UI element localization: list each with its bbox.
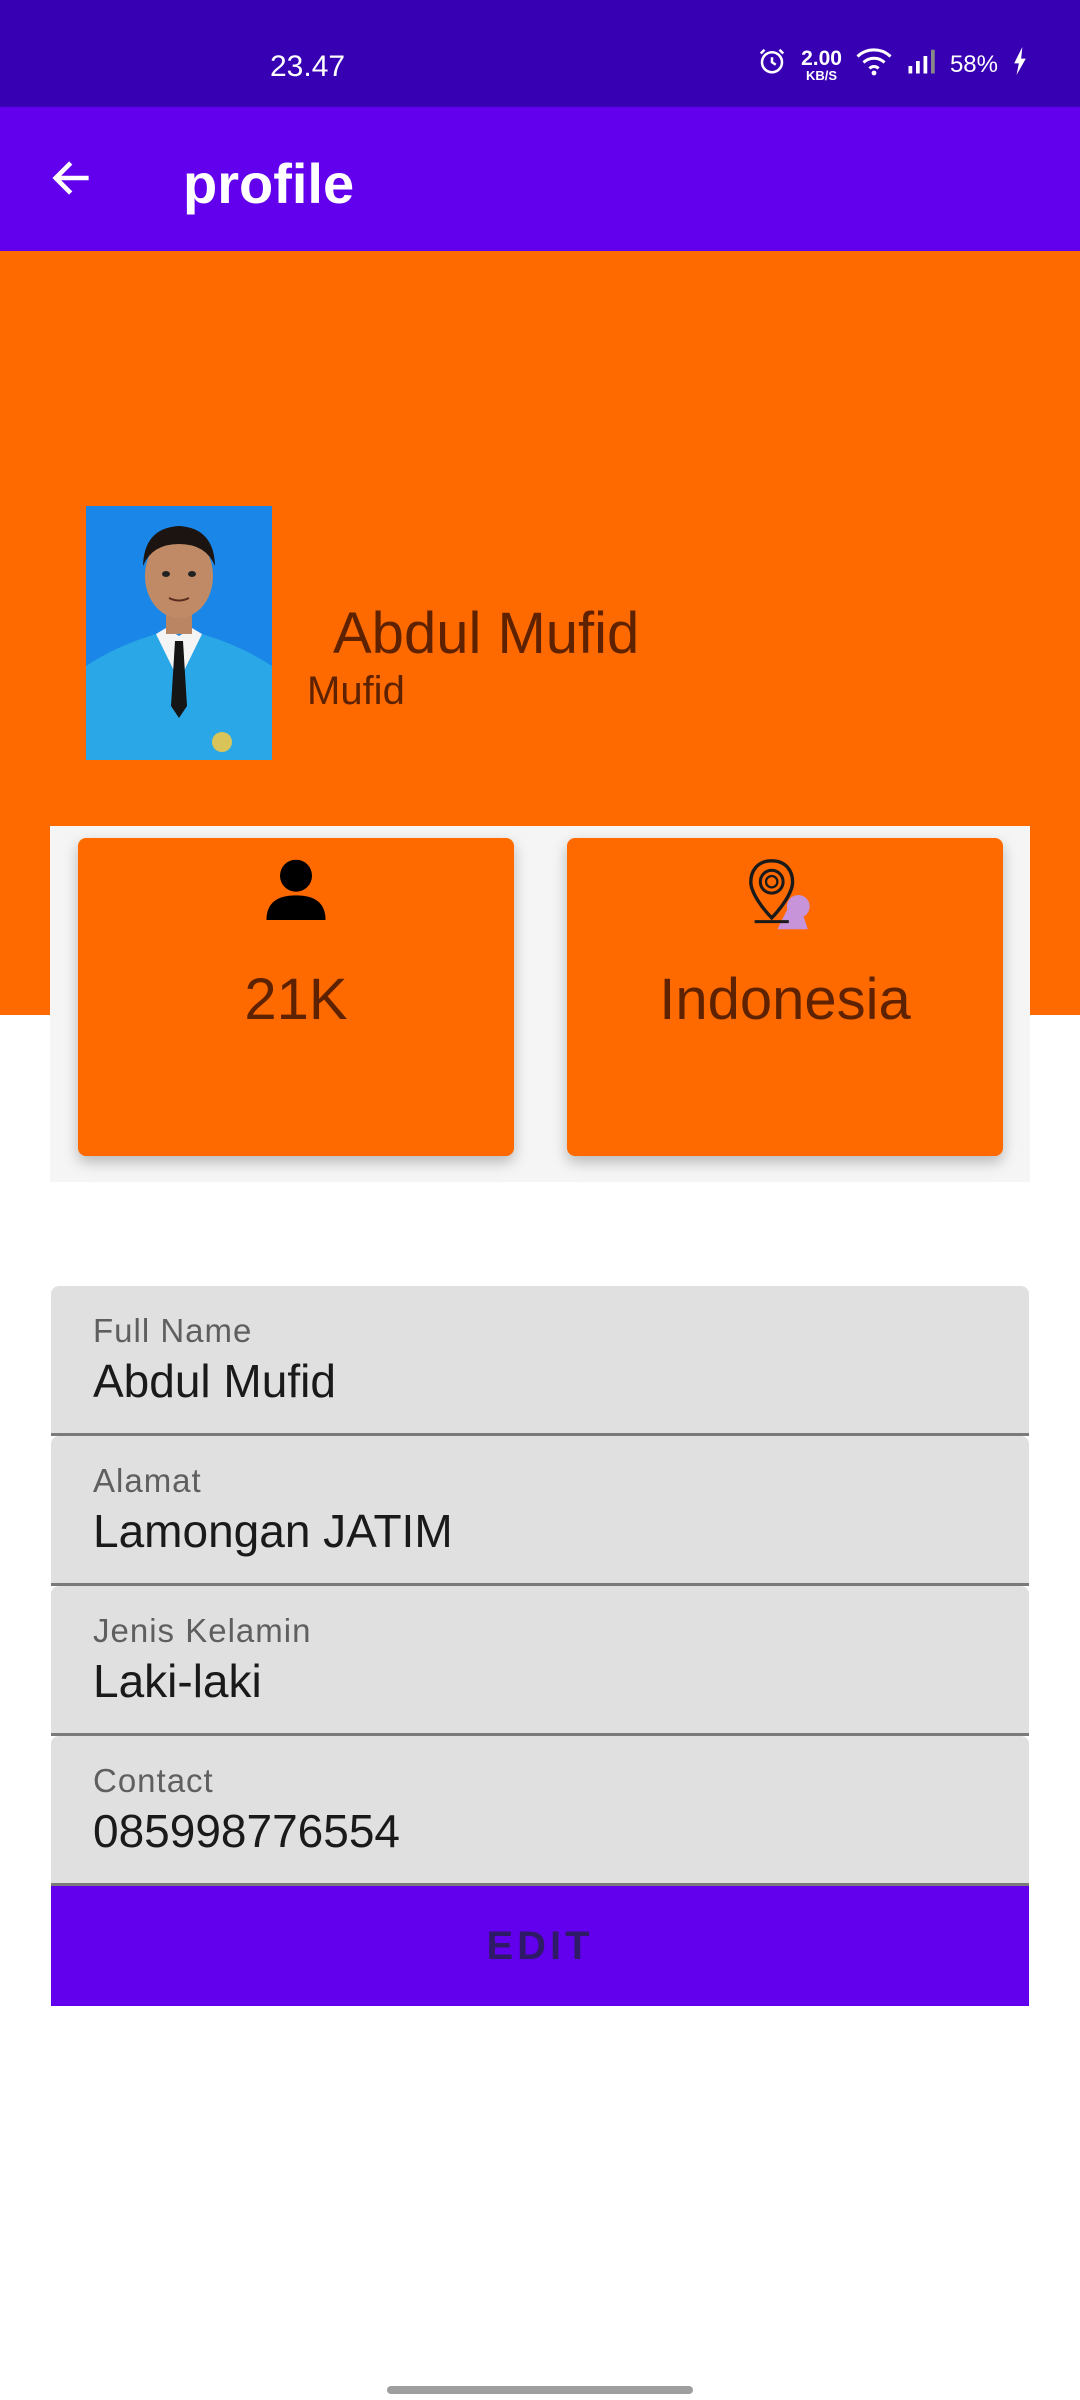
arrow-left-icon <box>48 155 94 206</box>
field-value: Abdul Mufid <box>93 1355 336 1407</box>
home-indicator[interactable] <box>387 2386 693 2394</box>
edit-button[interactable]: EDIT <box>51 1886 1029 2006</box>
followers-count: 21K <box>244 967 348 1032</box>
field-value: Laki-laki <box>93 1655 262 1707</box>
field-value: 085998776554 <box>93 1805 400 1857</box>
profile-name: Abdul Mufid <box>333 601 640 666</box>
alarm-icon <box>757 46 787 83</box>
map-pin-icon <box>747 856 823 939</box>
status-time: 23.47 <box>270 50 346 83</box>
person-icon <box>266 856 326 925</box>
charging-icon <box>1012 47 1028 82</box>
back-button[interactable] <box>40 149 102 211</box>
status-bar: 23.47 2.00 KB/S 58% <box>0 0 1080 107</box>
profile-username: Mufid <box>307 669 405 713</box>
signal-icon <box>906 48 936 81</box>
followers-card[interactable]: 21K <box>78 838 514 1156</box>
battery-level: 58% <box>949 50 998 78</box>
alamat-field[interactable]: Alamat Lamongan JATIM <box>51 1436 1029 1586</box>
status-icons: 2.00 KB/S 58% <box>757 46 1028 83</box>
app-bar: profile <box>0 107 1080 251</box>
full-name-field[interactable]: Full Name Abdul Mufid <box>51 1286 1029 1436</box>
page-title: profile <box>183 152 355 215</box>
wifi-icon <box>856 46 892 83</box>
jenis-kelamin-field[interactable]: Jenis Kelamin Laki-laki <box>51 1586 1029 1736</box>
location-value: Indonesia <box>659 967 911 1032</box>
speed-unit: KB/S <box>805 67 838 83</box>
contact-field[interactable]: Contact 085998776554 <box>51 1736 1029 1886</box>
field-label: Jenis Kelamin <box>93 1612 312 1649</box>
field-label: Contact <box>93 1762 214 1799</box>
network-speed: 2.00 KB/S <box>801 48 842 82</box>
field-value: Lamongan JATIM <box>93 1505 453 1557</box>
speed-value: 2.00 <box>801 46 842 70</box>
profile-photo <box>86 506 272 760</box>
field-label: Alamat <box>93 1462 202 1499</box>
field-label: Full Name <box>93 1312 253 1349</box>
location-card[interactable]: Indonesia <box>567 838 1003 1156</box>
profile-fields: Full Name Abdul Mufid Alamat Lamongan JA… <box>51 1286 1029 1886</box>
